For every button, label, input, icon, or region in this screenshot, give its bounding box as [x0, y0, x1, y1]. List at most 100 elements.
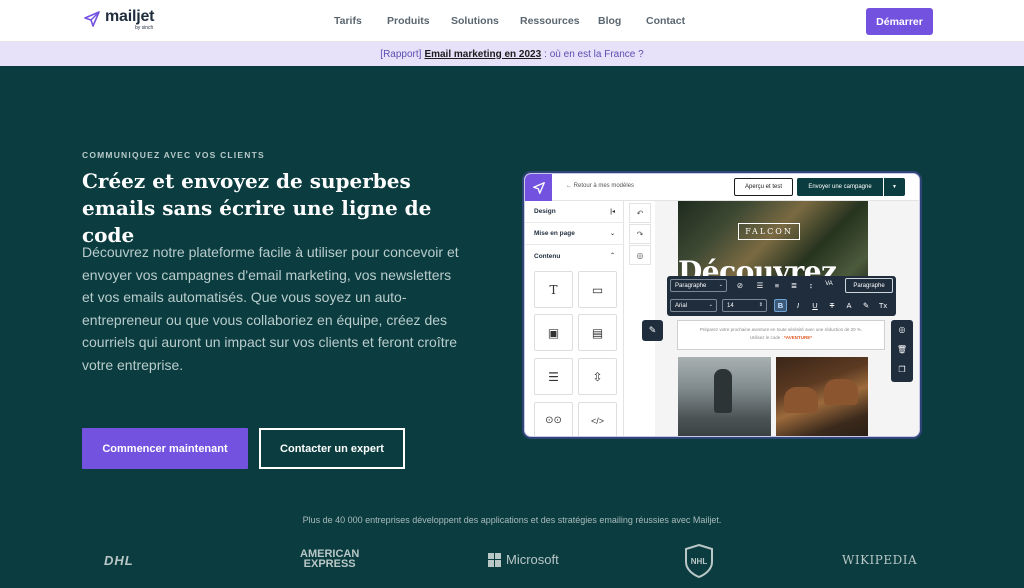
strikethrough-icon[interactable]: T: [826, 301, 838, 310]
wikipedia-logo: WIKIPEDIA: [842, 553, 918, 567]
announcement-banner: [Rapport] Email marketing en 2023 : où e…: [0, 42, 1024, 66]
textbox-code: *AVENTURE*: [784, 335, 812, 340]
svg-text:NHL: NHL: [691, 557, 708, 566]
sidebar-layout-label: Mise en page: [534, 230, 575, 237]
font-select[interactable]: Arial ⌄: [670, 299, 717, 312]
top-nav: mailjet by sinch Tarifs Produits Solutio…: [0, 0, 1024, 42]
chevron-up-icon: ⌃: [609, 253, 615, 259]
text-color-icon[interactable]: A: [843, 301, 855, 310]
duplicate-icon[interactable]: ❐: [891, 365, 913, 374]
microsoft-wordmark: Microsoft: [506, 552, 559, 567]
code-block-icon[interactable]: </>: [578, 402, 617, 436]
textbox-line-1: Préparez votre prochaine aventure en tou…: [699, 327, 863, 332]
sidebar-design-label: Design: [534, 208, 556, 215]
chevron-down-icon: ▼: [892, 184, 897, 190]
editor-logo: [525, 174, 552, 201]
nav-solutions[interactable]: Solutions: [451, 15, 499, 27]
paper-plane-icon: [84, 11, 100, 27]
numbered-list-icon[interactable]: ≡: [771, 281, 783, 290]
back-to-templates-link[interactable]: ← Retour à mes modèles: [566, 183, 634, 189]
chevron-down-icon: ⌄: [609, 231, 615, 237]
text-format-toolbar: Paragraphe ⌄ ⊘ ☰ ≡ ≣ ↕ VA Paragraphe Aria…: [667, 276, 896, 316]
sidebar-content[interactable]: Contenu ⌃: [525, 245, 624, 267]
microsoft-grid-icon: [488, 552, 502, 567]
social-block-icon[interactable]: ⊙⊙: [534, 402, 573, 436]
nav-blog[interactable]: Blog: [598, 15, 621, 27]
clear-format-icon[interactable]: Tx: [877, 301, 889, 310]
nav-contact[interactable]: Contact: [646, 15, 685, 27]
collapse-icon: |◂: [610, 209, 615, 215]
hero-eyebrow: COMMUNIQUEZ AVEC VOS CLIENTS: [82, 150, 265, 160]
preview-test-button[interactable]: Aperçu et test: [734, 178, 793, 196]
nhl-logo: NHL: [684, 543, 714, 583]
amex-line-2: EXPRESS: [303, 558, 356, 570]
section-block-icon[interactable]: ☰: [534, 358, 573, 395]
text-block-icon[interactable]: T: [534, 271, 573, 308]
hero-headline: Créez et envoyez de superbes emails sans…: [82, 169, 432, 247]
logo-name: mailjet: [105, 8, 155, 25]
style-select[interactable]: Paragraphe ⌄: [670, 279, 727, 292]
send-campaign-button[interactable]: Envoyer une campagne: [797, 178, 883, 196]
letter-spacing-icon[interactable]: VA: [823, 281, 835, 287]
amex-logo: AMERICAN EXPRESS: [300, 549, 359, 570]
stepper-icon: ⇕: [758, 302, 763, 308]
size-select-value: 14: [727, 302, 734, 309]
paper-plane-icon: [532, 181, 545, 194]
editor-topbar: ← Retour à mes modèles Aperçu et test En…: [525, 174, 919, 201]
hiker-image: [678, 357, 771, 436]
email-canvas: FALCON Découvrez Préparez votre prochain…: [655, 201, 919, 436]
banner-link[interactable]: Email marketing en 2023: [424, 49, 541, 60]
contact-expert-button[interactable]: Contacter un expert: [259, 428, 405, 469]
mailjet-logo[interactable]: mailjet by sinch: [84, 9, 154, 31]
line-height-icon[interactable]: ↕: [805, 281, 817, 290]
hiker-figure: [714, 369, 732, 413]
highlight-icon[interactable]: ✎: [860, 301, 872, 310]
bold-icon[interactable]: B: [774, 299, 787, 312]
paragraph-button[interactable]: Paragraphe: [845, 278, 893, 293]
underline-icon[interactable]: U: [809, 301, 821, 310]
banner-suffix: : où en est la France ?: [544, 48, 644, 60]
demarrer-button[interactable]: Démarrer: [866, 8, 933, 35]
sidebar-layout[interactable]: Mise en page ⌄: [525, 223, 624, 245]
banner-prefix: [Rapport]: [380, 48, 422, 60]
font-select-value: Arial: [675, 302, 688, 309]
boot-right: [824, 379, 858, 405]
button-block-icon[interactable]: ▭: [578, 271, 617, 308]
block-actions: ◎ 🗑 ❐: [891, 320, 913, 382]
start-now-button[interactable]: Commencer maintenant: [82, 428, 248, 469]
bullet-list-icon[interactable]: ☰: [754, 281, 766, 290]
falcon-logo: FALCON: [738, 223, 800, 240]
nhl-shield-icon: NHL: [685, 543, 713, 579]
comment-icon[interactable]: ◎: [629, 245, 651, 265]
image-block-icon[interactable]: ▣: [534, 314, 573, 351]
boot-left: [784, 387, 818, 413]
logo-sub: by sinch: [135, 25, 154, 31]
edit-pencil-icon[interactable]: ✎: [642, 320, 663, 341]
redo-icon[interactable]: ↷: [629, 224, 651, 244]
editor-sidebar: Design |◂ Mise en page ⌄ Contenu ⌃ T ▭ ▣…: [525, 201, 624, 436]
hero-paragraph: Découvrez notre plateforme facile à util…: [82, 244, 459, 373]
trash-icon[interactable]: 🗑: [891, 345, 913, 354]
send-dropdown-toggle[interactable]: ▼: [884, 178, 905, 196]
textbox-line-2: Utilisez le code : *AVENTURE*: [678, 334, 884, 342]
nav-ressources[interactable]: Ressources: [520, 15, 580, 27]
nav-produits[interactable]: Produits: [387, 15, 430, 27]
chevron-down-icon: ⌄: [708, 302, 713, 308]
unlink-icon[interactable]: ⊘: [734, 281, 746, 290]
style-select-value: Paragraphe: [675, 282, 707, 289]
spacer-block-icon[interactable]: ⇳: [578, 358, 617, 395]
align-icon[interactable]: ≣: [788, 281, 800, 290]
sidebar-design[interactable]: Design |◂: [525, 201, 624, 223]
trust-text: Plus de 40 000 entreprises développent d…: [302, 515, 722, 525]
size-select[interactable]: 14 ⇕: [722, 299, 767, 312]
undo-icon[interactable]: ↶: [629, 203, 651, 223]
nav-tarifs[interactable]: Tarifs: [334, 15, 362, 27]
email-textbox[interactable]: Préparez votre prochaine aventure en tou…: [677, 320, 885, 350]
boots-image: [776, 357, 868, 436]
video-block-icon[interactable]: ▤: [578, 314, 617, 351]
textbox-code-prefix: Utilisez le code :: [750, 335, 783, 340]
italic-icon[interactable]: I: [792, 301, 804, 310]
sidebar-content-label: Contenu: [534, 252, 561, 260]
comment-icon[interactable]: ◎: [891, 325, 913, 334]
dhl-logo: DHL: [104, 553, 134, 568]
